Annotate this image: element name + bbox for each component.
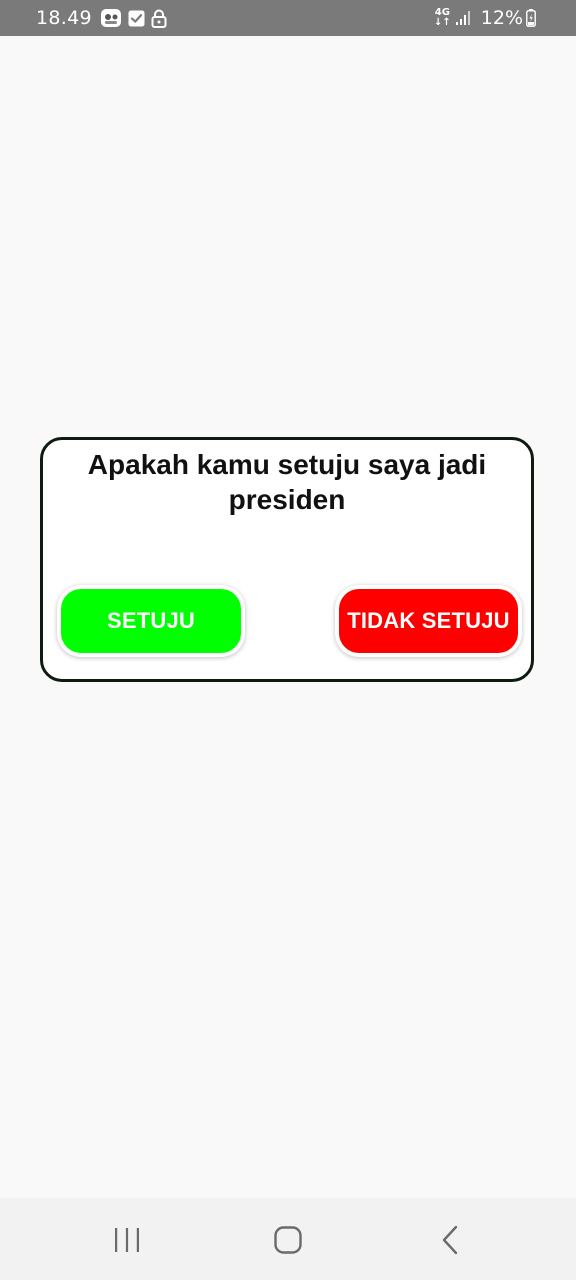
clock: 18.49 [36,7,92,29]
back-icon [442,1225,458,1255]
status-bar: 18.49 4G ↓↑ 12% [0,0,576,36]
back-button[interactable] [420,1218,480,1262]
check-box-icon [128,10,145,27]
agree-button[interactable]: SETUJU [57,585,245,657]
battery-icon [526,9,536,27]
dialog-title: Apakah kamu setuju saya jadi presiden [87,449,487,515]
recent-apps-button[interactable] [97,1218,157,1262]
disagree-button[interactable]: TIDAK SETUJU [335,585,522,657]
home-icon [274,1226,302,1254]
disagree-button-label: TIDAK SETUJU [339,589,518,653]
recent-apps-icon [115,1228,139,1252]
photo-thumbnail-icon [100,8,122,28]
app-screen: 18.49 4G ↓↑ 12% Apakah kamu setuju saya … [0,0,576,1280]
lock-icon [151,9,167,28]
status-left: 18.49 [36,7,173,29]
agree-button-label: SETUJU [61,589,241,653]
status-right: 4G ↓↑ 12% [434,7,542,29]
navigation-bar [0,1198,576,1280]
battery-percent: 12% [480,7,523,29]
confirmation-dialog: Apakah kamu setuju saya jadi presiden SE… [40,437,534,682]
network-type: 4G ↓↑ [434,8,451,28]
signal-icon [455,10,471,26]
home-button[interactable] [258,1218,318,1262]
network-label-bottom: ↓↑ [434,17,451,28]
